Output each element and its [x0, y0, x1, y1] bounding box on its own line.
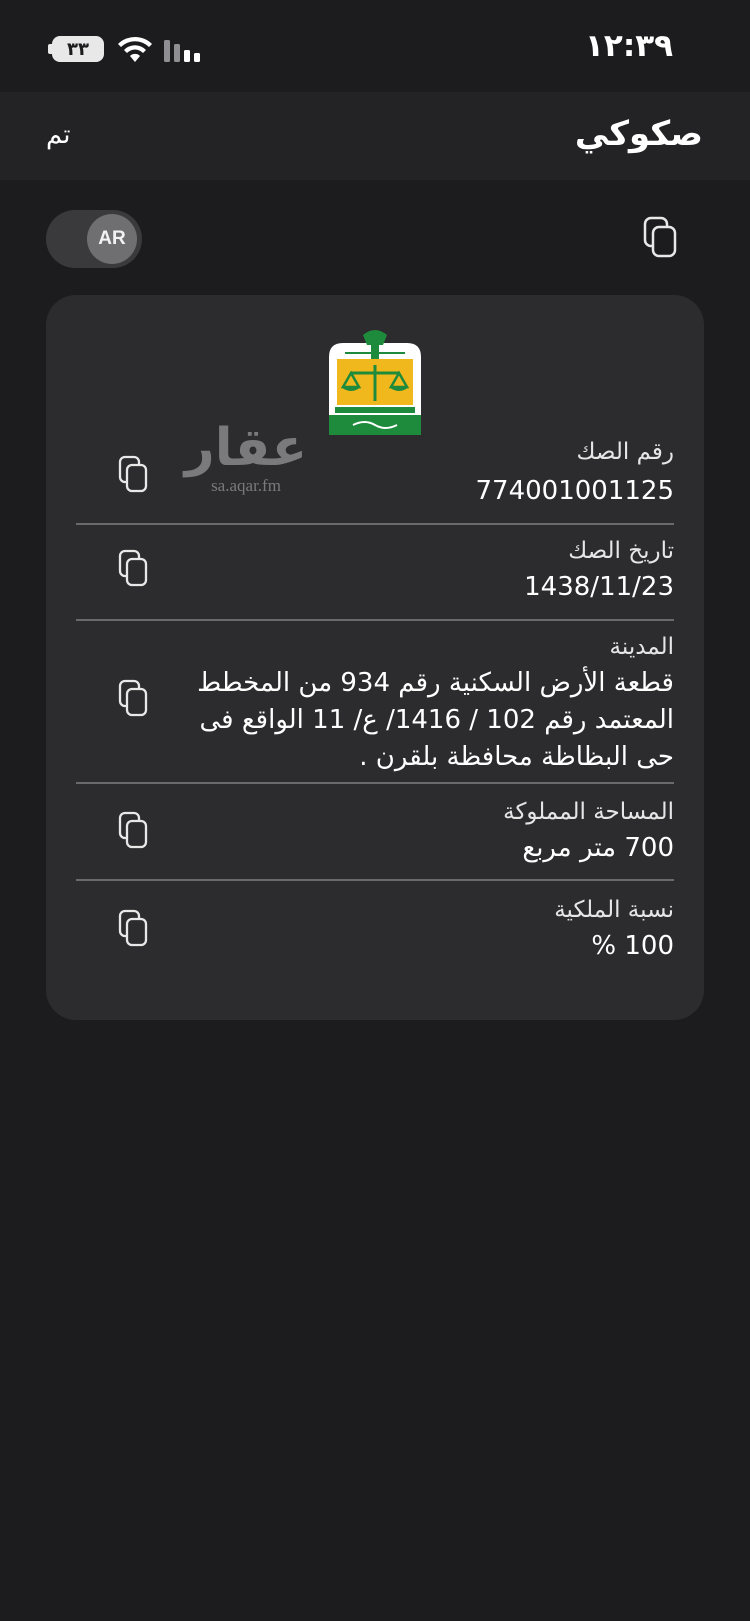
divider [76, 619, 674, 621]
copy-icon[interactable] [118, 455, 148, 493]
deed-card: عقار sa.aqar.fm رقم الصك 774001001125 تا… [46, 295, 704, 1020]
field-label: المساحة المملوكة [503, 799, 674, 825]
page-title: صكوكي [574, 114, 703, 154]
copy-all-icon[interactable] [643, 216, 677, 258]
field-value: قطعة الأرض السكنية رقم 934 من المخطط الم… [197, 668, 674, 772]
battery-level: ٣٣ [67, 38, 89, 60]
field-value: 700 متر مربع [522, 833, 674, 863]
done-button[interactable]: تم [46, 120, 71, 150]
field-value: 100 % [591, 931, 674, 961]
divider [76, 523, 674, 525]
copy-icon[interactable] [118, 679, 148, 717]
battery-icon: ٣٣ [52, 36, 104, 62]
field-city: المدينة قطعة الأرض السكنية رقم 934 من ال… [76, 631, 674, 797]
copy-icon[interactable] [118, 811, 148, 849]
divider [76, 879, 674, 881]
cellular-signal-icon [164, 40, 200, 62]
field-label: رقم الصك [576, 439, 674, 465]
navigation-bar: صكوكي تم [0, 92, 750, 180]
field-owned-area: المساحة المملوكة 700 متر مربع [76, 795, 674, 895]
field-label: المدينة [609, 634, 674, 660]
field-deed-date: تاريخ الصك 1438/11/23 [76, 535, 674, 631]
copy-icon[interactable] [118, 909, 148, 947]
field-value: 1438/11/23 [524, 572, 674, 602]
field-label: نسبة الملكية [554, 897, 674, 923]
wifi-icon [118, 36, 152, 62]
ministry-of-justice-emblem [329, 330, 421, 435]
status-time: ١٢:٣٩ [585, 28, 674, 64]
status-bar: ٣٣ ١٢:٣٩ [0, 0, 750, 92]
language-toggle[interactable]: AR [46, 210, 142, 268]
battery-tip [48, 44, 53, 54]
field-ownership-ratio: نسبة الملكية 100 % [76, 895, 674, 995]
field-deed-number: رقم الصك 774001001125 [76, 435, 674, 537]
divider [76, 782, 674, 784]
field-label: تاريخ الصك [568, 538, 674, 564]
language-toggle-knob: AR [87, 214, 137, 264]
copy-icon[interactable] [118, 549, 148, 587]
field-value: 774001001125 [475, 476, 674, 506]
